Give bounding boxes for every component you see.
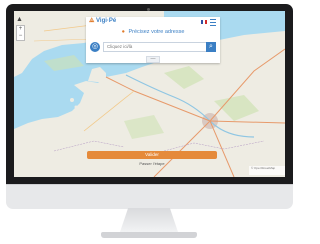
zoom-in-button[interactable]: + xyxy=(17,26,24,33)
zoom-out-button[interactable]: − xyxy=(17,33,24,40)
top-bar: ⟁ Vigi·Pé xyxy=(86,17,220,27)
app-logo[interactable]: ⟁ Vigi·Pé xyxy=(89,18,116,25)
screen: ▲ + − ⟁ Vigi·Pé ● Précisez votre adresse… xyxy=(14,11,285,177)
logo-icon: ⟁ xyxy=(89,18,95,24)
language-flag-icon[interactable] xyxy=(201,20,207,24)
monitor-base xyxy=(101,232,197,238)
search-button[interactable]: ⌕ xyxy=(206,42,216,52)
logo-text: Vigi·Pé xyxy=(96,18,117,24)
address-panel: ⟁ Vigi·Pé ● Précisez votre adresse ◎ Cli… xyxy=(86,17,220,63)
pin-icon: ● xyxy=(121,29,125,35)
compass-icon[interactable]: ▲ xyxy=(16,16,23,23)
panel-headline: ● Précisez votre adresse xyxy=(86,29,220,35)
menu-icon[interactable] xyxy=(210,19,216,26)
headline-text: Précisez votre adresse xyxy=(128,29,185,35)
zoom-control[interactable]: + − xyxy=(16,25,25,41)
skip-link[interactable]: Passer l'étape xyxy=(87,161,217,166)
monitor-chin xyxy=(6,184,293,209)
address-search-input[interactable]: Cliquez ici/là xyxy=(103,42,208,52)
map-attribution[interactable]: © OpenStreetMap xyxy=(249,166,285,175)
validate-button[interactable]: Valider xyxy=(87,151,217,159)
search-row: ◎ Cliquez ici/là ⌕ xyxy=(90,42,216,52)
locate-button[interactable]: ◎ xyxy=(90,42,100,52)
collapse-toggle[interactable]: — xyxy=(146,56,160,63)
monitor-stand xyxy=(120,208,178,232)
